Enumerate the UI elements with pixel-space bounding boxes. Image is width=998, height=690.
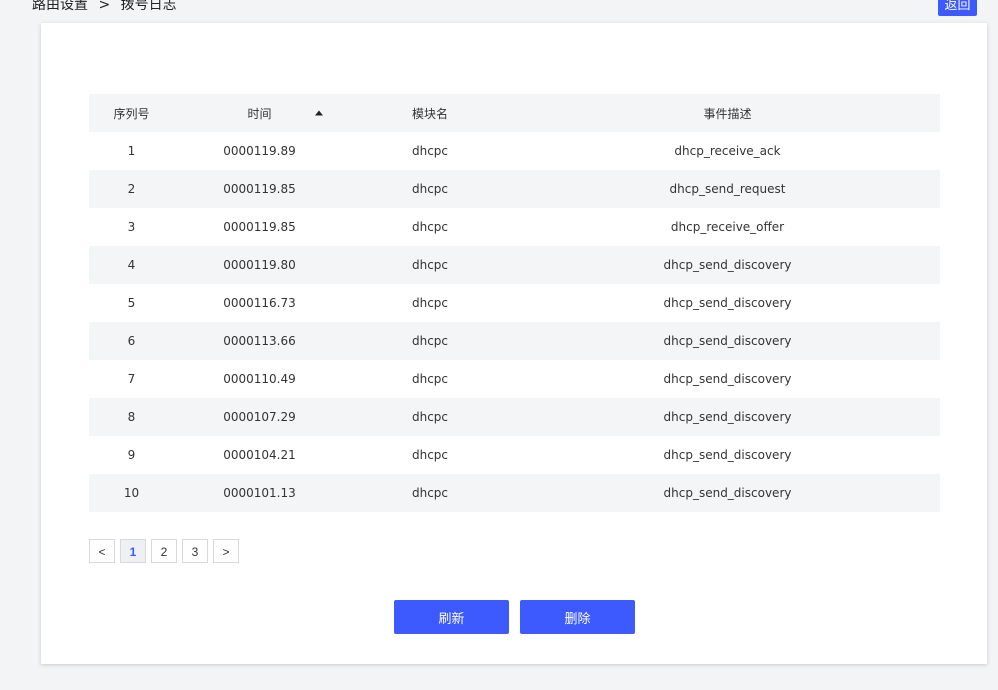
- column-header-time[interactable]: 时间: [174, 94, 345, 132]
- cell-seq: 10: [123, 486, 140, 500]
- cell-seq: 2: [127, 182, 136, 196]
- sort-ascending-icon[interactable]: [315, 110, 323, 116]
- cell-seq: 1: [127, 144, 136, 158]
- cell-module: dhcpc: [411, 144, 449, 158]
- refresh-button[interactable]: 刷新: [394, 600, 509, 634]
- cell-seq: 7: [127, 372, 136, 386]
- column-header-seq: 序列号: [113, 106, 150, 121]
- pagination: < 1 2 3 >: [89, 539, 239, 563]
- cell-time: 0000116.73: [223, 296, 296, 310]
- table-row: 10 0000101.13 dhcpc dhcp_send_discovery: [89, 474, 940, 512]
- cell-seq: 6: [127, 334, 136, 348]
- cell-module: dhcpc: [411, 486, 449, 500]
- page-button-1[interactable]: 1: [120, 539, 146, 563]
- cell-module: dhcpc: [411, 410, 449, 424]
- cell-time: 0000119.89: [223, 144, 296, 158]
- cell-module: dhcpc: [411, 296, 449, 310]
- cell-description: dhcp_receive_offer: [670, 220, 785, 234]
- cell-seq: 3: [127, 220, 136, 234]
- cell-time: 0000110.49: [223, 372, 296, 386]
- cell-time: 0000119.85: [223, 220, 296, 234]
- breadcrumb-separator: >: [98, 0, 111, 13]
- next-page-button[interactable]: >: [213, 539, 239, 563]
- cell-description: dhcp_send_discovery: [663, 410, 792, 424]
- page-button-3[interactable]: 3: [182, 539, 208, 563]
- delete-button[interactable]: 删除: [520, 600, 635, 634]
- dial-log-table: 序列号 时间 模块名 事件描述 1 0000119.89 dhcpc dhcp_rec…: [89, 94, 940, 512]
- cell-time: 0000101.13: [223, 486, 296, 500]
- cell-time: 0000119.80: [223, 258, 296, 272]
- cell-description: dhcp_send_discovery: [663, 258, 792, 272]
- table-header: 序列号 时间 模块名 事件描述: [89, 94, 940, 132]
- cell-description: dhcp_send_discovery: [663, 448, 792, 462]
- cell-module: dhcpc: [411, 258, 449, 272]
- log-panel: 序列号 时间 模块名 事件描述 1 0000119.89 dhcpc dhcp_rec…: [41, 23, 987, 664]
- cell-module: dhcpc: [411, 372, 449, 386]
- page-button-2[interactable]: 2: [151, 539, 177, 563]
- column-header-time-label: 时间: [247, 106, 272, 121]
- cell-time: 0000107.29: [223, 410, 296, 424]
- table-header-row: 序列号 时间 模块名 事件描述: [89, 94, 940, 132]
- cell-module: dhcpc: [411, 448, 449, 462]
- table-body: 1 0000119.89 dhcpc dhcp_receive_ack 2 0000119…: [89, 132, 940, 512]
- table-row: 3 0000119.85 dhcpc dhcp_receive_offer: [89, 208, 940, 246]
- breadcrumb-parent[interactable]: 路由设置: [32, 0, 88, 13]
- column-header-description: 事件描述: [703, 106, 752, 121]
- back-button[interactable]: 返回: [938, 0, 977, 16]
- cell-description: dhcp_send_discovery: [663, 372, 792, 386]
- cell-seq: 8: [127, 410, 136, 424]
- cell-time: 0000119.85: [223, 182, 296, 196]
- cell-seq: 5: [127, 296, 136, 310]
- column-header-module: 模块名: [411, 106, 448, 121]
- cell-description: dhcp_send_request: [669, 182, 786, 196]
- cell-seq: 4: [127, 258, 136, 272]
- breadcrumb-current: 拨号日志: [120, 0, 177, 13]
- breadcrumb: 路由设置 > 拨号日志: [32, 0, 177, 14]
- table-row: 2 0000119.85 dhcpc dhcp_send_request: [89, 170, 940, 208]
- cell-description: dhcp_send_discovery: [663, 296, 792, 310]
- cell-time: 0000104.21: [223, 448, 296, 462]
- prev-page-button[interactable]: <: [89, 539, 115, 563]
- table-row: 5 0000116.73 dhcpc dhcp_send_discovery: [89, 284, 940, 322]
- action-bar: 刷新 删除: [394, 600, 635, 634]
- cell-module: dhcpc: [411, 334, 449, 348]
- cell-seq: 9: [127, 448, 136, 462]
- table-row: 1 0000119.89 dhcpc dhcp_receive_ack: [89, 132, 940, 170]
- table-row: 7 0000110.49 dhcpc dhcp_send_discovery: [89, 360, 940, 398]
- cell-module: dhcpc: [411, 182, 449, 196]
- table-row: 8 0000107.29 dhcpc dhcp_send_discovery: [89, 398, 940, 436]
- cell-module: dhcpc: [411, 220, 449, 234]
- table-row: 4 0000119.80 dhcpc dhcp_send_discovery: [89, 246, 940, 284]
- cell-description: dhcp_send_discovery: [663, 486, 792, 500]
- cell-description: dhcp_receive_ack: [674, 144, 781, 158]
- table-row: 6 0000113.66 dhcpc dhcp_send_discovery: [89, 322, 940, 360]
- cell-time: 0000113.66: [223, 334, 296, 348]
- table-row: 9 0000104.21 dhcpc dhcp_send_discovery: [89, 436, 940, 474]
- cell-description: dhcp_send_discovery: [663, 334, 792, 348]
